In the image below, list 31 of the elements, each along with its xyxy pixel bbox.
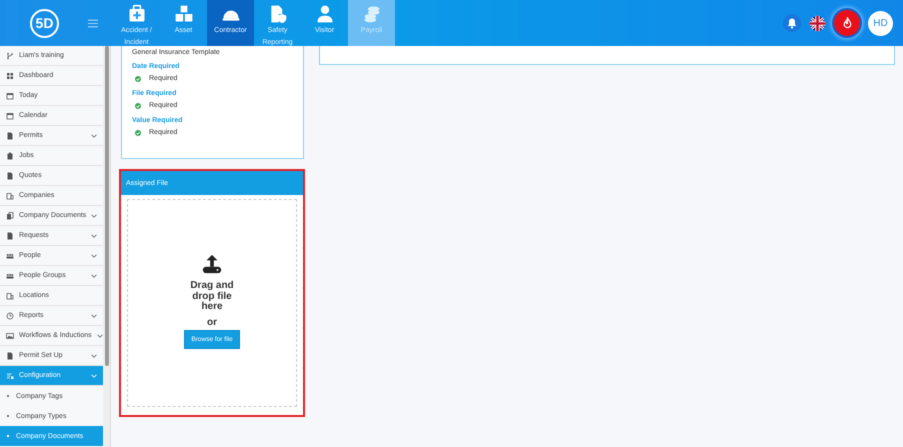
clipboard-icon xyxy=(6,152,14,160)
grid-icon xyxy=(6,72,14,80)
or-text: or xyxy=(207,316,217,328)
upload-icon xyxy=(201,252,223,276)
scrollbar[interactable] xyxy=(103,46,110,447)
drop-text: Drag and drop file here xyxy=(189,281,235,312)
coins-icon xyxy=(362,4,382,24)
boxes-icon xyxy=(174,4,194,24)
flag-icon[interactable] xyxy=(809,14,826,32)
branch-icon xyxy=(6,52,14,60)
people-icon xyxy=(6,252,14,260)
doc-icon xyxy=(6,352,14,360)
person-icon xyxy=(314,4,334,24)
clock-icon xyxy=(6,312,14,320)
people-icon xyxy=(6,272,14,280)
building-icon xyxy=(6,292,14,300)
building-icon xyxy=(6,192,14,200)
calendar-icon xyxy=(6,112,14,120)
bell-icon xyxy=(786,17,798,29)
doc-icon xyxy=(6,132,14,140)
menu-icon[interactable] xyxy=(88,18,98,28)
list-icon xyxy=(6,372,14,380)
flame-icon xyxy=(840,16,854,30)
docs-icon xyxy=(6,212,14,220)
image-icon xyxy=(6,332,14,340)
notification-button[interactable] xyxy=(783,14,801,32)
calendar-icon xyxy=(6,92,14,100)
doc-icon xyxy=(6,172,14,180)
alert-button[interactable] xyxy=(834,10,860,36)
medkit-icon xyxy=(126,4,146,24)
doc-icon xyxy=(6,232,14,240)
